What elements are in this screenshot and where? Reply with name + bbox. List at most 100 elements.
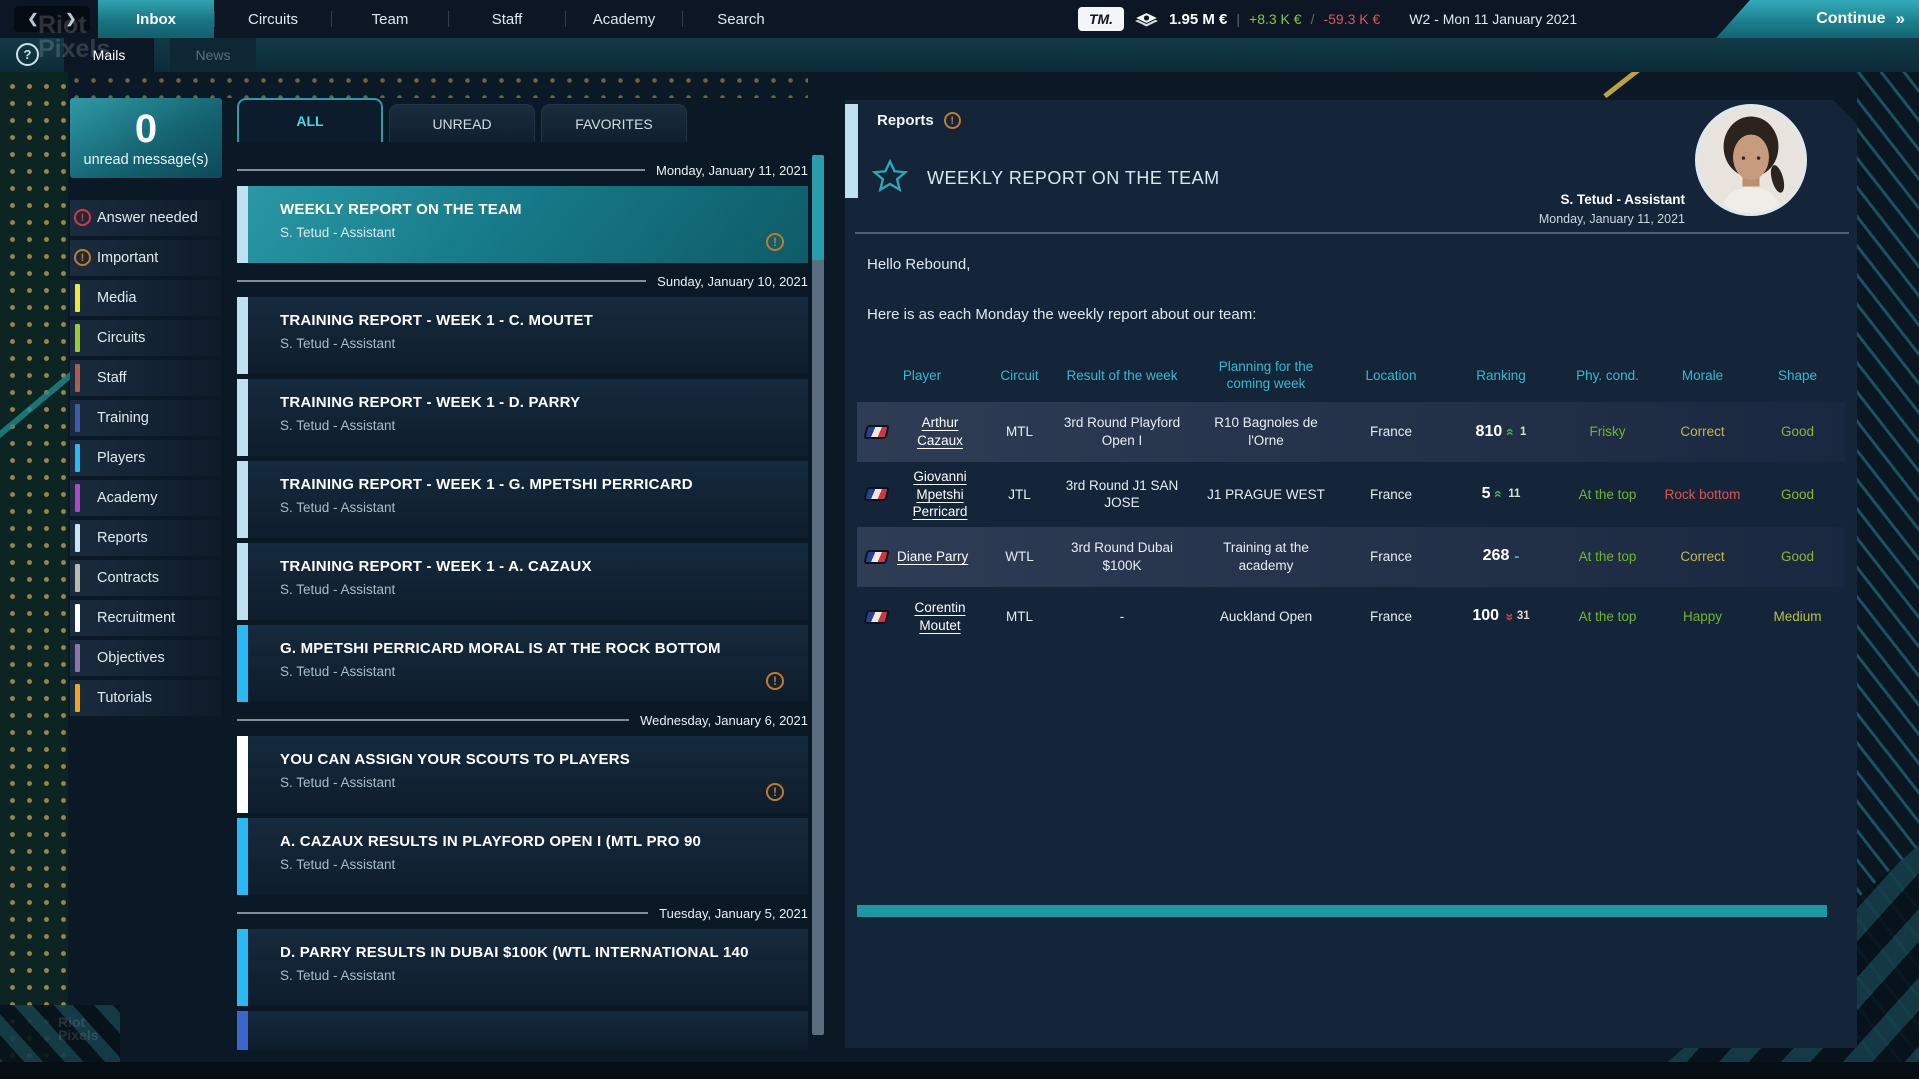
- cell-circuit: MTL: [987, 602, 1052, 632]
- category-label: Reports: [97, 530, 148, 546]
- mail-item-color-bar: [237, 736, 248, 813]
- watermark-small: RiotPixels: [58, 1016, 98, 1043]
- cell-circuit: WTL: [987, 542, 1052, 572]
- cell-phy-cond: Frisky: [1560, 417, 1655, 447]
- watermark: RiotPixels: [38, 14, 110, 62]
- mail-item-sender: S. Tetud - Assistant: [280, 225, 395, 240]
- tab-inbox[interactable]: Inbox: [98, 0, 214, 38]
- cell-phy-cond: At the top: [1560, 480, 1655, 510]
- column-header: Planning for the coming week: [1192, 359, 1340, 393]
- date-divider: Monday, January 11, 2021: [237, 160, 808, 180]
- sidebar-item-answer-needed[interactable]: !Answer needed: [70, 200, 222, 236]
- continue-button[interactable]: Continue »: [1716, 0, 1919, 38]
- mail-item[interactable]: TRAINING REPORT - WEEK 1 - C. MOUTETS. T…: [237, 297, 808, 374]
- mail-item-color-bar: [237, 625, 248, 702]
- category-color-bar: [75, 444, 80, 472]
- mail-item-sender: S. Tetud - Assistant: [280, 582, 395, 597]
- cell-planning: Training at the academy: [1192, 533, 1340, 580]
- sidebar-item-contracts[interactable]: Contracts: [70, 560, 222, 596]
- mail-item[interactable]: TRAINING REPORT - WEEK 1 - G. MPETSHI PE…: [237, 461, 808, 538]
- mail-item[interactable]: G. MPETSHI PERRICARD MORAL IS AT THE ROC…: [237, 625, 808, 702]
- mail-item-title: TRAINING REPORT - WEEK 1 - A. CAZAUX: [280, 558, 592, 575]
- sidebar-item-training[interactable]: Training: [70, 400, 222, 436]
- sidebar-item-staff[interactable]: Staff: [70, 360, 222, 396]
- tm-logo: TM.: [1078, 7, 1124, 31]
- category-label: Training: [97, 410, 149, 426]
- mail-item[interactable]: TRAINING REPORT - WEEK 1 - D. PARRYS. Te…: [237, 379, 808, 456]
- panel-header: Reports !: [877, 112, 961, 129]
- ranking-change: 1: [1520, 425, 1526, 440]
- sidebar-item-tutorials[interactable]: Tutorials: [70, 680, 222, 716]
- table-row[interactable]: Giovanni Mpetshi PerricardJTL3rd Round J…: [857, 462, 1845, 527]
- player-link[interactable]: Corentin Moutet: [897, 599, 983, 634]
- tab-staff[interactable]: Staff: [449, 0, 565, 38]
- mail-tab-all[interactable]: ALL: [237, 98, 383, 142]
- tab-academy[interactable]: Academy: [566, 0, 682, 38]
- important-icon: !: [944, 112, 961, 129]
- table-row[interactable]: Arthur CazauxMTL3rd Round Playford Open …: [857, 402, 1845, 462]
- unread-label: unread message(s): [84, 152, 209, 168]
- sidebar-item-objectives[interactable]: Objectives: [70, 640, 222, 676]
- important-icon: !: [766, 672, 784, 690]
- cell-ranking: 100«31: [1442, 600, 1560, 633]
- france-flag-icon: [863, 487, 889, 501]
- date-divider: Sunday, January 10, 2021: [237, 271, 808, 291]
- help-icon[interactable]: ?: [16, 43, 39, 66]
- mail-item-sender: S. Tetud - Assistant: [280, 418, 395, 433]
- column-header: Phy. cond.: [1560, 368, 1655, 385]
- sidebar-item-important[interactable]: ! Important: [70, 240, 222, 276]
- mail-list-scrollbar[interactable]: [812, 155, 824, 1035]
- column-header: Ranking: [1442, 368, 1560, 385]
- sidebar-item-media[interactable]: Media: [70, 280, 222, 316]
- mail-item[interactable]: YOU CAN ASSIGN YOUR SCOUTS TO PLAYERSS. …: [237, 736, 808, 813]
- mail-item[interactable]: A. CAZAUX RESULTS IN PLAYFORD OPEN I (MT…: [237, 818, 808, 895]
- player-link[interactable]: Arthur Cazaux: [897, 414, 983, 449]
- table-row[interactable]: Diane Parry WTL3rd Round Dubai $100KTrain…: [857, 527, 1845, 587]
- cell-shape: Good: [1750, 417, 1845, 447]
- ranking-change: 31: [1517, 609, 1530, 624]
- top-bar: ❮ ❯ InboxCircuitsTeamStaffAcademySearch …: [0, 0, 1919, 38]
- player-link[interactable]: Giovanni Mpetshi Perricard: [897, 468, 983, 521]
- ranking-value: 100: [1472, 606, 1499, 627]
- mail-item[interactable]: TRAINING REPORT - WEEK 1 - A. CAZAUX S. T…: [237, 543, 808, 620]
- cell-shape: Medium: [1750, 602, 1845, 632]
- cell-morale: Happy: [1655, 602, 1750, 632]
- category-label: Important: [97, 250, 158, 266]
- favorite-star-icon[interactable]: [871, 158, 909, 196]
- mail-item-sender: S. Tetud - Assistant: [280, 500, 395, 515]
- scrollbar-thumb[interactable]: [812, 155, 824, 260]
- mail-tab-unread[interactable]: UNREAD: [389, 104, 535, 142]
- mail-tab-favorites[interactable]: FAVORITES: [541, 104, 687, 142]
- tab-circuits[interactable]: Circuits: [215, 0, 331, 38]
- divider: [855, 232, 1849, 234]
- tab-search[interactable]: Search: [683, 0, 799, 38]
- mail-date: Monday, January 11, 2021: [1539, 212, 1685, 226]
- ranking-up-icon: «: [1504, 428, 1518, 436]
- france-flag-icon: [863, 425, 889, 439]
- mail-item[interactable]: [237, 1011, 808, 1050]
- divider-line: [237, 912, 648, 914]
- horizontal-scrollbar[interactable]: [857, 905, 1827, 917]
- table-row[interactable]: Corentin MoutetMTL-Auckland OpenFrance10…: [857, 587, 1845, 647]
- money-icon: [1133, 9, 1160, 29]
- player-link[interactable]: Diane Parry: [897, 548, 968, 566]
- sidebar-item-academy[interactable]: Academy: [70, 480, 222, 516]
- sidebar-item-circuits[interactable]: Circuits: [70, 320, 222, 356]
- tab-team[interactable]: Team: [332, 0, 448, 38]
- mail-greeting: Hello Rebound,: [867, 256, 970, 273]
- mail-item[interactable]: D. PARRY RESULTS IN DUBAI $100K (WTL INT…: [237, 929, 808, 1006]
- sidebar-item-recruitment[interactable]: Recruitment: [70, 600, 222, 636]
- mail-item[interactable]: WEEKLY REPORT ON THE TEAMS. Tetud - Assi…: [237, 186, 808, 263]
- tab-news[interactable]: News: [170, 38, 256, 72]
- mail-item-color-bar: [237, 1011, 248, 1050]
- panel-accent-bar: [845, 104, 858, 198]
- ranking-value: 810: [1476, 422, 1503, 443]
- sidebar-item-reports[interactable]: Reports: [70, 520, 222, 556]
- ranking-change: 11: [1508, 487, 1520, 502]
- app-window: ❮ ❯ InboxCircuitsTeamStaffAcademySearch …: [0, 0, 1919, 1079]
- mail-item-sender: S. Tetud - Assistant: [280, 775, 395, 790]
- category-label: Answer needed: [97, 210, 198, 226]
- cell-result: 3rd Round Dubai $100K: [1052, 533, 1192, 580]
- exclamation-icon: !: [74, 249, 91, 266]
- sidebar-item-players[interactable]: Players: [70, 440, 222, 476]
